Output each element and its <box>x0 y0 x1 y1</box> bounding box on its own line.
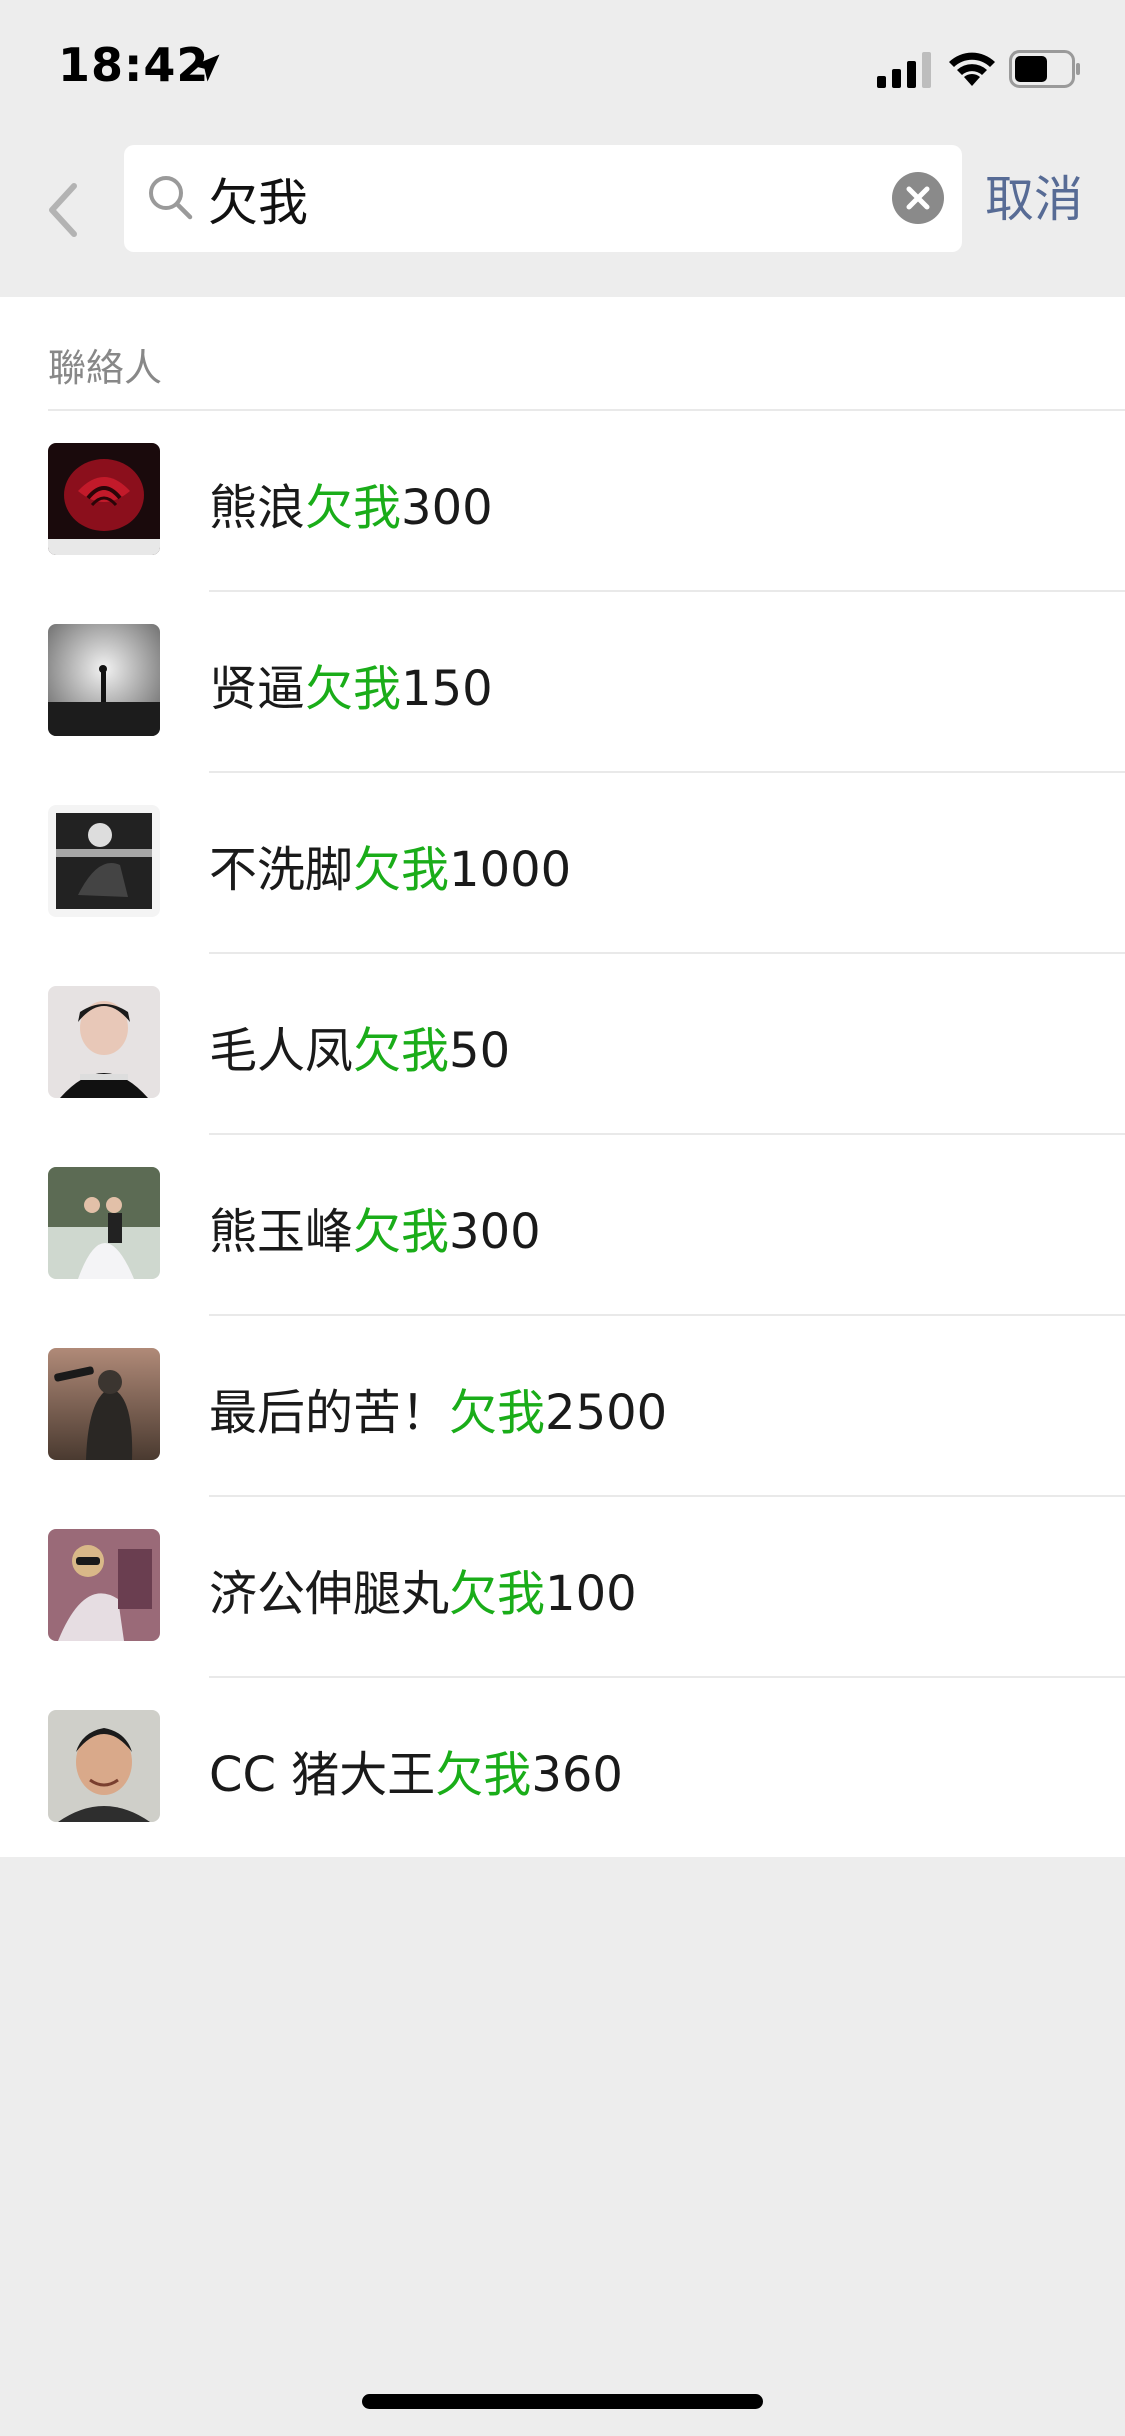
chevron-left-icon[interactable] <box>38 170 90 250</box>
avatar <box>48 443 160 555</box>
search-header: 取消 <box>0 132 1125 297</box>
contact-name: 最后的苦！欠我2500 <box>209 1385 668 1441</box>
magnifier-icon <box>149 176 193 220</box>
contact-name: 熊玉峰欠我300 <box>209 1204 541 1260</box>
contact-row[interactable]: CC 猪大王欠我360 <box>0 1678 1125 1859</box>
contact-name: 毛人凤欠我50 <box>209 1023 511 1079</box>
home-indicator[interactable] <box>362 2394 763 2409</box>
contact-row[interactable]: 贤逼欠我150 <box>0 592 1125 773</box>
battery-icon <box>1009 50 1080 88</box>
status-bar: 18:42 <box>0 0 1125 132</box>
search-box[interactable] <box>124 145 962 252</box>
contact-name: CC 猪大王欠我360 <box>209 1747 623 1803</box>
status-time: 18:42 <box>58 38 210 92</box>
clear-circle-icon <box>906 186 930 210</box>
contact-name: 济公伸腿丸欠我100 <box>209 1566 637 1622</box>
avatar <box>48 986 160 1098</box>
contact-name: 不洗脚欠我1000 <box>209 842 572 898</box>
contact-row[interactable]: 济公伸腿丸欠我100 <box>0 1497 1125 1678</box>
avatar <box>48 1348 160 1460</box>
contact-row[interactable]: 不洗脚欠我1000 <box>0 773 1125 954</box>
wifi-icon <box>949 52 995 86</box>
avatar <box>48 1167 160 1279</box>
avatar <box>48 1710 160 1822</box>
avatar <box>48 805 160 917</box>
cancel-button[interactable]: 取消 <box>985 160 1083 231</box>
search-results: 聯絡人 熊浪欠我300 贤逼欠我150 不洗脚欠我1000 毛人凤欠我50 熊玉… <box>0 297 1125 1857</box>
contact-row[interactable]: 熊浪欠我300 <box>0 411 1125 592</box>
contact-row[interactable]: 最后的苦！欠我2500 <box>0 1316 1125 1497</box>
contact-name: 贤逼欠我150 <box>209 661 493 717</box>
contact-name: 熊浪欠我300 <box>209 480 493 536</box>
contact-row[interactable]: 毛人凤欠我50 <box>0 954 1125 1135</box>
avatar <box>48 624 160 736</box>
location-arrow-icon <box>192 54 220 82</box>
cellular-signal-icon <box>877 52 931 88</box>
contact-row[interactable]: 熊玉峰欠我300 <box>0 1135 1125 1316</box>
section-header-contacts: 聯絡人 <box>48 346 163 390</box>
clear-search-button[interactable] <box>892 172 944 224</box>
avatar <box>48 1529 160 1641</box>
search-input[interactable] <box>208 153 868 245</box>
